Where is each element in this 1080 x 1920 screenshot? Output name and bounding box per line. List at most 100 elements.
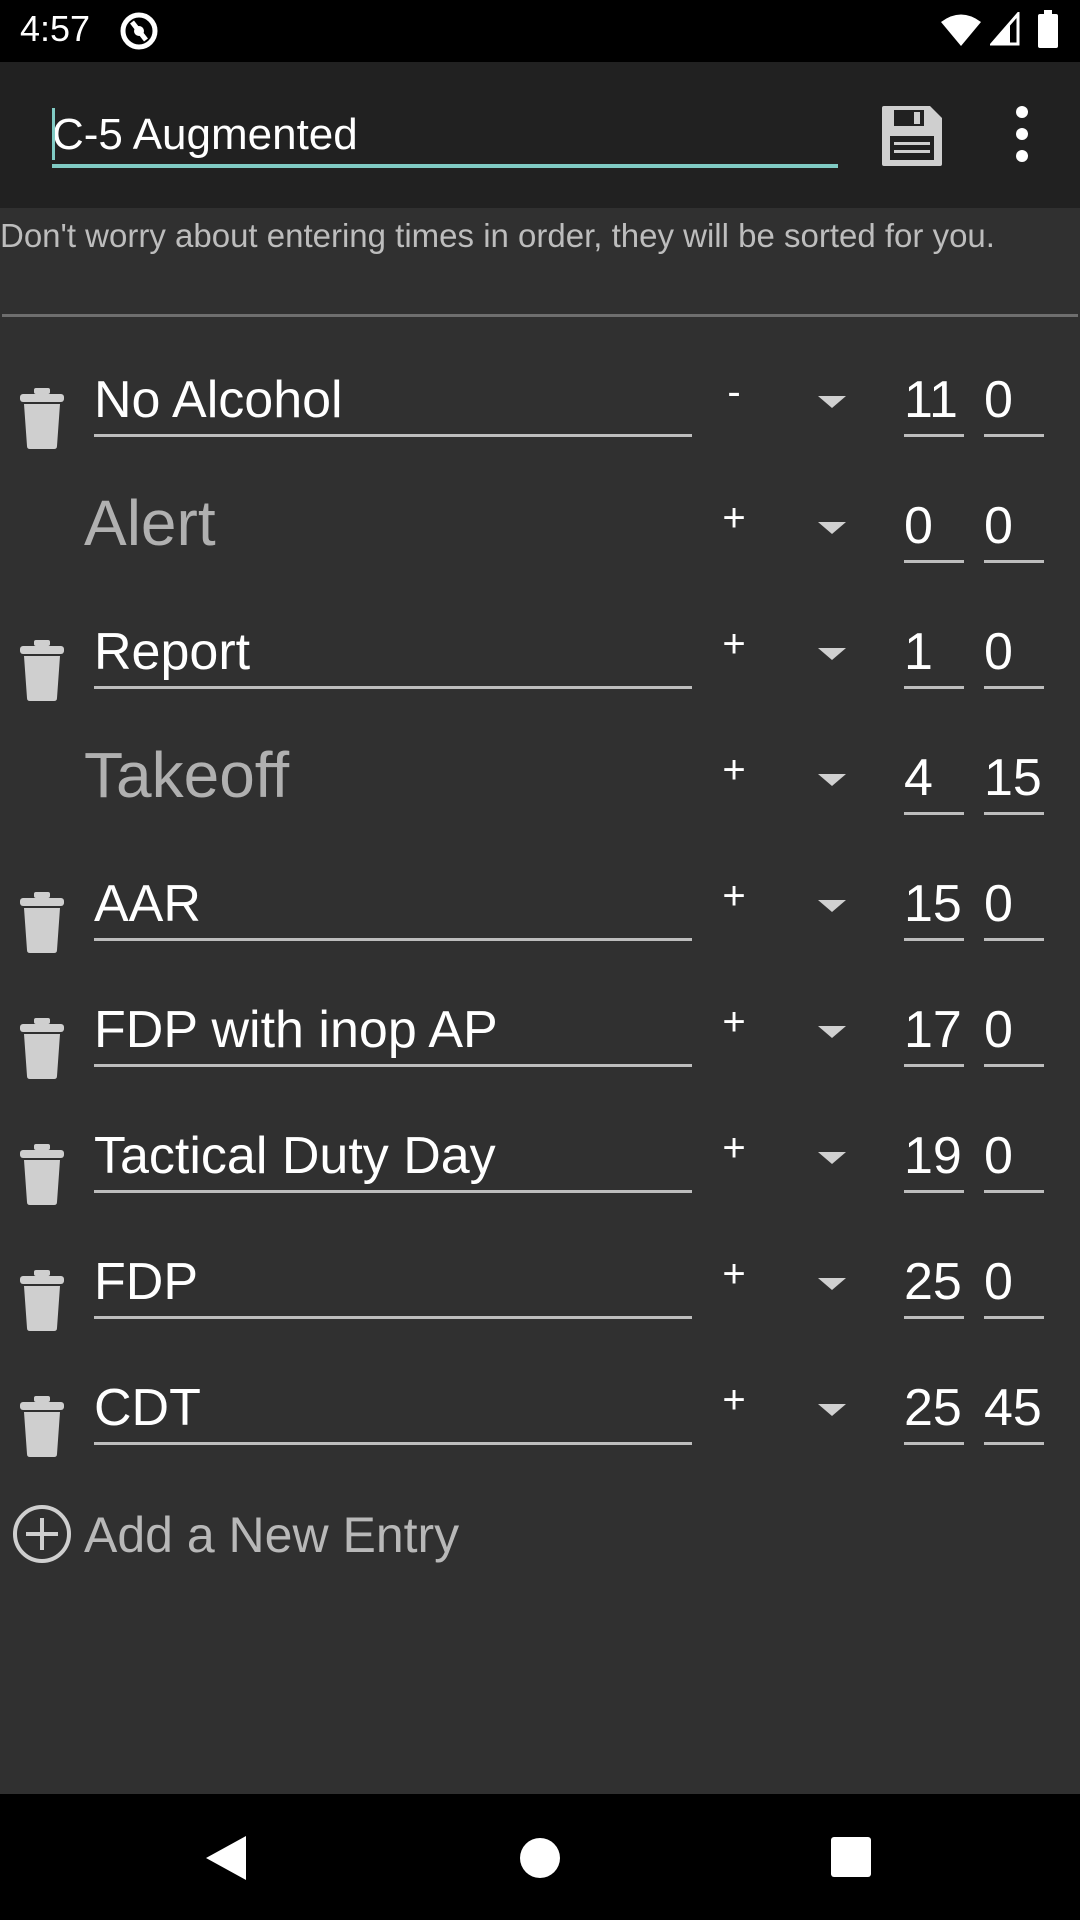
hours-input[interactable]: 4 <box>904 738 964 815</box>
sign-selector[interactable]: + <box>722 1252 746 1297</box>
minutes-value: 0 <box>984 497 1013 555</box>
entry-label-input[interactable]: CDT <box>94 1368 692 1445</box>
trash-icon[interactable] <box>18 1396 66 1458</box>
entry-label-input[interactable]: FDP <box>94 1242 692 1319</box>
entry-label: AAR <box>94 875 201 933</box>
dropdown-arrow-icon[interactable] <box>818 1026 846 1038</box>
minutes-value: 0 <box>984 623 1013 681</box>
more-vert-icon[interactable] <box>1002 102 1042 166</box>
signal-icon <box>990 12 1020 46</box>
sign-selector[interactable]: + <box>722 1126 746 1171</box>
status-bar: 4:57 <box>0 0 1080 62</box>
battery-icon <box>1038 10 1058 48</box>
entry-label-input[interactable]: Report <box>94 612 692 689</box>
dropdown-arrow-icon[interactable] <box>818 648 846 660</box>
hours-input[interactable]: 17 <box>904 990 964 1067</box>
trash-icon[interactable] <box>18 892 66 954</box>
back-icon[interactable] <box>204 1834 248 1882</box>
hours-value: 0 <box>904 497 933 555</box>
hours-input[interactable]: 1 <box>904 612 964 689</box>
entry-label-fixed: Alert <box>84 487 216 559</box>
trash-icon[interactable] <box>18 1144 66 1206</box>
minutes-value: 0 <box>984 371 1013 429</box>
minutes-value: 15 <box>984 749 1042 807</box>
minutes-input[interactable]: 0 <box>984 990 1044 1067</box>
sign-selector[interactable]: + <box>722 622 746 667</box>
trash-icon[interactable] <box>18 1270 66 1332</box>
hours-input[interactable]: 25 <box>904 1368 964 1445</box>
recents-icon[interactable] <box>830 1836 872 1878</box>
hours-value: 1 <box>904 623 933 681</box>
profile-name-input[interactable]: C-5 Augmented <box>52 100 838 168</box>
minutes-value: 45 <box>984 1379 1042 1437</box>
hours-value: 4 <box>904 749 933 807</box>
hours-input[interactable]: 0 <box>904 486 964 563</box>
sign-selector[interactable]: + <box>722 748 746 793</box>
minutes-input[interactable]: 0 <box>984 1116 1044 1193</box>
add-circle-icon <box>13 1505 71 1563</box>
sign-selector[interactable]: + <box>722 496 746 541</box>
hours-value: 19 <box>904 1127 962 1185</box>
sign-selector[interactable]: + <box>722 1378 746 1423</box>
entry-row: CDT + 25 45 <box>0 1368 1080 1494</box>
minutes-input[interactable]: 0 <box>984 360 1044 437</box>
wifi-icon <box>941 14 981 46</box>
trash-icon[interactable] <box>18 1018 66 1080</box>
hours-value: 15 <box>904 875 962 933</box>
add-entry-label: Add a New Entry <box>84 1507 460 1563</box>
entry-label: CDT <box>94 1379 201 1437</box>
minutes-input[interactable]: 0 <box>984 1242 1044 1319</box>
minutes-input[interactable]: 0 <box>984 486 1044 563</box>
hours-value: 11 <box>904 371 958 429</box>
dropdown-arrow-icon[interactable] <box>818 1152 846 1164</box>
minutes-input[interactable]: 15 <box>984 738 1044 815</box>
entry-label: FDP <box>94 1253 198 1311</box>
minutes-value: 0 <box>984 1001 1013 1059</box>
entry-row-fixed: Takeoff + 4 15 <box>0 738 1080 864</box>
home-icon[interactable] <box>518 1836 562 1880</box>
hours-input[interactable]: 25 <box>904 1242 964 1319</box>
entry-label-fixed: Takeoff <box>84 739 290 811</box>
trash-icon[interactable] <box>18 388 66 450</box>
text-cursor <box>52 108 55 160</box>
entry-row: Report + 1 0 <box>0 612 1080 738</box>
minutes-input[interactable]: 0 <box>984 864 1044 941</box>
hint-text: Don't worry about entering times in orde… <box>0 217 995 254</box>
hours-input[interactable]: 11 <box>904 360 964 437</box>
save-icon[interactable] <box>880 104 944 168</box>
trash-icon[interactable] <box>18 640 66 702</box>
entry-row: FDP with inop AP + 17 0 <box>0 990 1080 1116</box>
entry-label-input[interactable]: Tactical Duty Day <box>94 1116 692 1193</box>
minutes-value: 0 <box>984 1127 1013 1185</box>
dropdown-arrow-icon[interactable] <box>818 522 846 534</box>
entry-label: Tactical Duty Day <box>94 1127 496 1185</box>
hours-input[interactable]: 19 <box>904 1116 964 1193</box>
dropdown-arrow-icon[interactable] <box>818 1278 846 1290</box>
entry-row: AAR + 15 0 <box>0 864 1080 990</box>
entry-label: FDP with inop AP <box>94 1001 498 1059</box>
minutes-input[interactable]: 45 <box>984 1368 1044 1445</box>
entry-row: No Alcohol - 11 0 <box>0 360 1080 486</box>
sign-selector[interactable]: - <box>722 370 746 415</box>
entry-row: Tactical Duty Day + 19 0 <box>0 1116 1080 1242</box>
minutes-value: 0 <box>984 875 1013 933</box>
entry-label: Report <box>94 623 251 681</box>
dropdown-arrow-icon[interactable] <box>818 774 846 786</box>
dropdown-arrow-icon[interactable] <box>818 396 846 408</box>
toolbar: C-5 Augmented <box>0 62 1080 208</box>
sign-selector[interactable]: + <box>722 874 746 919</box>
app-notification-icon <box>120 12 158 50</box>
entry-label: No Alcohol <box>94 371 343 429</box>
dropdown-arrow-icon[interactable] <box>818 1404 846 1416</box>
entry-row: FDP + 25 0 <box>0 1242 1080 1368</box>
minutes-value: 0 <box>984 1253 1013 1311</box>
entry-label-input[interactable]: No Alcohol <box>94 360 692 437</box>
entry-label-input[interactable]: AAR <box>94 864 692 941</box>
entry-label-input[interactable]: FDP with inop AP <box>94 990 692 1067</box>
hours-input[interactable]: 15 <box>904 864 964 941</box>
add-entry-button[interactable]: Add a New Entry <box>12 1500 612 1570</box>
dropdown-arrow-icon[interactable] <box>818 900 846 912</box>
sign-selector[interactable]: + <box>722 1000 746 1045</box>
entry-row-fixed: Alert + 0 0 <box>0 486 1080 612</box>
minutes-input[interactable]: 0 <box>984 612 1044 689</box>
